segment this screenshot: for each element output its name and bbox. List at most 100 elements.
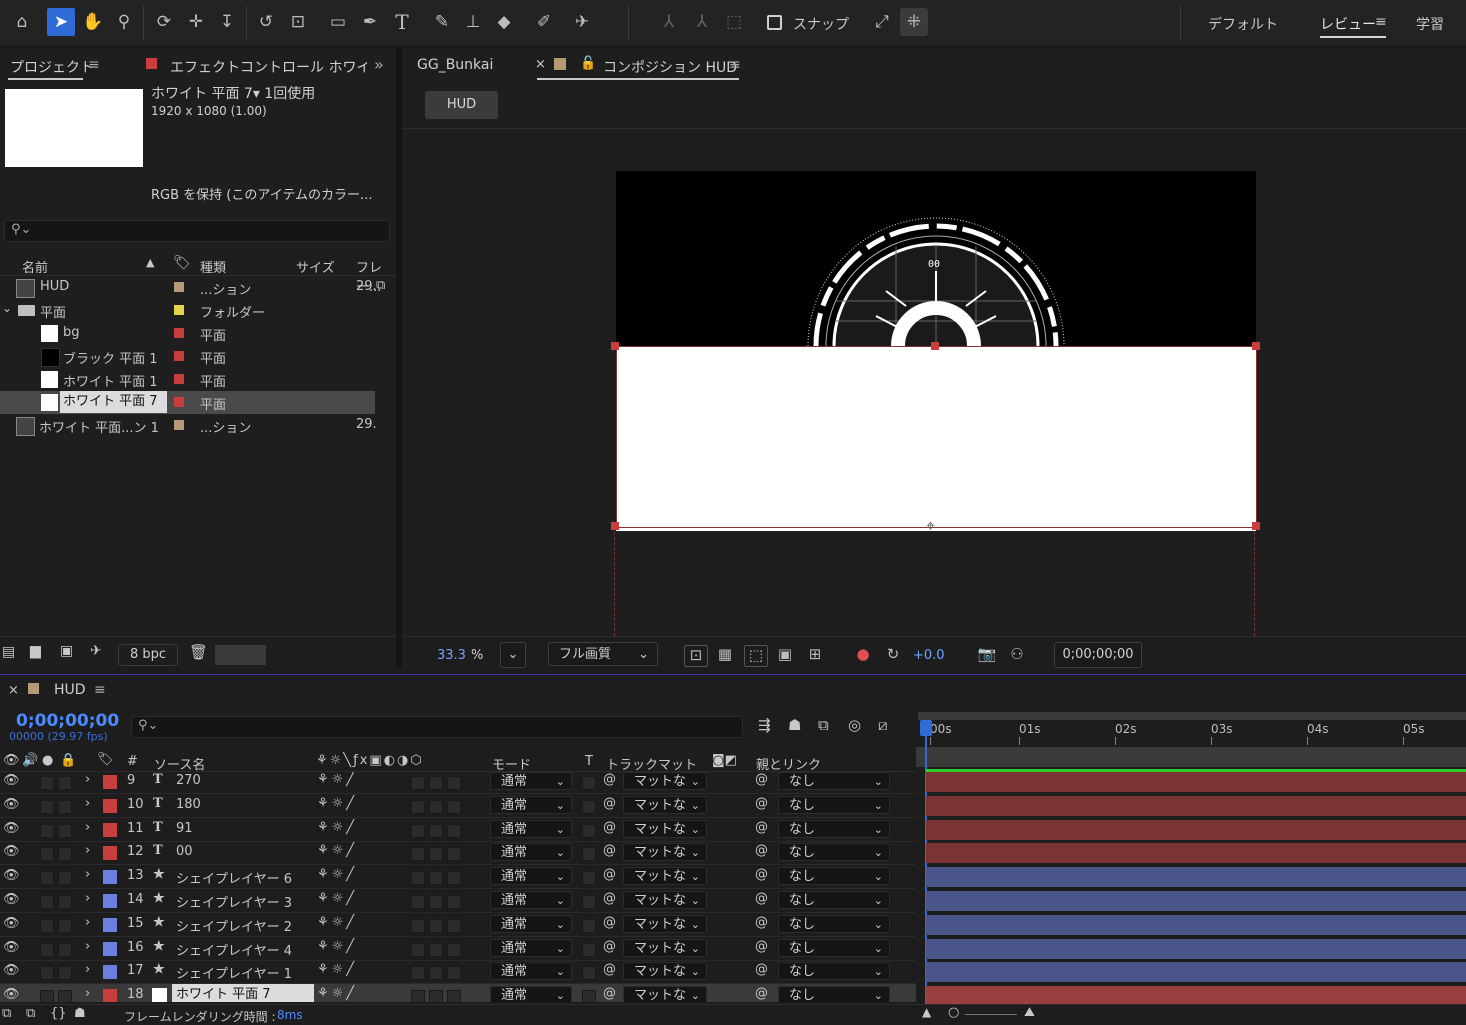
zoom-value[interactable]: 33.3 [437,648,466,663]
lock-switch[interactable] [58,990,72,1002]
layer-duration-bar[interactable] [926,939,1466,959]
blend-mode-dropdown[interactable]: 通常 ⌄ [490,915,572,933]
selection-tool-icon[interactable]: ➤ [47,8,75,36]
label-swatch[interactable] [103,846,117,860]
layer-name[interactable]: シェイプレイヤー 4 [176,940,292,959]
solo-switch[interactable] [40,847,54,861]
layer-name[interactable]: シェイプレイヤー 1 [176,963,292,982]
track-matte-dropdown[interactable]: マットな ⌄ [623,820,707,838]
blend-mode-dropdown[interactable]: 通常 ⌄ [490,772,572,790]
3d-layer-switch[interactable] [447,871,461,885]
frame-blend-switch[interactable] [411,990,425,1002]
lock-switch[interactable] [58,919,72,933]
project-item-white-solid-7[interactable]: ホワイト 平面 7 平面 [0,391,375,414]
adjustment-switch[interactable] [429,966,443,980]
solo-switch[interactable] [40,871,54,885]
parent-link-dropdown[interactable]: なし ⌄ [778,772,890,790]
project-item-white-solid-1[interactable]: ホワイト 平面 1 平面 [0,368,375,391]
toggle-in-out-icon[interactable]: {} [50,1006,67,1021]
column-mode[interactable]: モード [492,754,531,773]
flowchart-icon[interactable]: ⧉ [376,278,385,293]
transform-handle[interactable] [931,342,939,350]
3d-layer-switch[interactable] [447,895,461,909]
layer-switches[interactable]: ⚘☼╱ [317,820,357,835]
label-swatch[interactable] [174,420,184,430]
lock-switch[interactable] [58,776,72,790]
zoom-in-icon[interactable]: ⛰ [1024,1005,1035,1020]
frame-blending-icon[interactable]: ◎ [848,716,861,734]
item-dropdown-icon[interactable]: ▾ [253,86,264,102]
frame-blend-switch[interactable] [411,966,425,980]
frame-blend-switch[interactable] [411,919,425,933]
parent-link-dropdown[interactable]: なし ⌄ [778,843,890,861]
preserve-transparency-switch[interactable] [582,895,596,909]
expand-chevron-icon[interactable]: › [85,939,90,954]
tab-project[interactable]: プロジェクト [10,57,94,77]
dolly-camera-icon[interactable]: ↧ [213,8,241,36]
blend-mode-dropdown[interactable]: 通常 ⌄ [490,820,572,838]
solo-switch[interactable] [40,800,54,814]
parent-link-dropdown[interactable]: なし ⌄ [778,891,890,909]
reset-exposure-icon[interactable]: ↻ [882,645,904,665]
column-name[interactable]: 名前 [22,257,48,276]
track-matte-dropdown[interactable]: マットな ⌄ [623,891,707,909]
layer-duration-bar[interactable] [926,843,1466,863]
rectangle-tool-icon[interactable]: ▭ [324,8,352,36]
layer-row[interactable]: 👁 › 15 ★ シェイプレイヤー 2 ⚘☼╱ 通常 ⌄ @ マットな ⌄ @ なし ⌄ [0,913,916,937]
new-composition-icon[interactable]: ▣ [60,643,73,659]
layer-duration-bar[interactable] [926,867,1466,887]
expand-chevron-icon[interactable]: › [85,867,90,882]
matte-pickwhip-icon[interactable]: @ [603,796,616,811]
video-column-icon[interactable]: 👁 [3,753,20,768]
zoom-slider-knob[interactable]: ○ [948,1005,959,1020]
lock-switch[interactable] [58,895,72,909]
matte-pickwhip-icon[interactable]: @ [603,891,616,906]
column-parent-link[interactable]: 親とリンク [756,754,821,773]
parent-link-dropdown[interactable]: なし ⌄ [778,796,890,814]
hand-tool-icon[interactable]: ✋ [79,8,107,36]
layer-name[interactable]: シェイプレイヤー 6 [176,868,292,887]
layer-switches[interactable]: ⚘☼╱ [317,843,357,858]
column-t[interactable]: T [585,754,593,769]
orbit-camera-icon[interactable]: ⟳ [150,8,178,36]
label-swatch[interactable] [174,374,184,384]
solo-switch[interactable] [40,895,54,909]
frame-blend-switch[interactable] [411,871,425,885]
snap-checkbox[interactable] [767,15,782,30]
label-swatch[interactable] [103,775,117,789]
label-swatch[interactable] [174,282,184,292]
parent-pickwhip-icon[interactable]: @ [755,867,768,882]
visibility-eye-icon[interactable]: 👁 [3,821,20,836]
blend-mode-dropdown[interactable]: 通常 ⌄ [490,843,572,861]
layer-name[interactable]: 180 [176,797,201,812]
label-swatch[interactable] [103,918,117,932]
matte-pickwhip-icon[interactable]: @ [603,772,616,787]
zoom-out-icon[interactable]: ▲ [922,1005,931,1019]
exposure-value[interactable]: +0.0 [913,648,945,663]
thumbnail-transparency-swatch[interactable] [215,645,266,665]
rotate-tool-icon[interactable]: ↺ [252,8,280,36]
track-matte-dropdown[interactable]: マットな ⌄ [623,843,707,861]
frame-blend-switch[interactable] [411,776,425,790]
parent-link-dropdown[interactable]: なし ⌄ [778,939,890,957]
snapshot-camera-icon[interactable]: 📷 [976,645,998,665]
expand-chevron-icon[interactable]: › [85,962,90,977]
column-track-matte[interactable]: トラックマット [606,754,697,773]
workspace-learn[interactable]: 学習 [1416,14,1444,34]
track-matte-dropdown[interactable]: マットな ⌄ [623,986,707,1002]
column-size[interactable]: サイズ [296,257,335,276]
label-swatch[interactable] [103,870,117,884]
snap-magnet-icon[interactable]: ⁜ [900,8,928,36]
blend-mode-dropdown[interactable]: 通常 ⌄ [490,962,572,980]
local-axis-icon[interactable]: ⅄ [655,8,683,36]
lock-switch[interactable] [58,824,72,838]
blend-mode-dropdown[interactable]: 通常 ⌄ [490,796,572,814]
adjustment-switch[interactable] [429,990,443,1002]
project-item-white-solid-comp[interactable]: ホワイト 平面...ン 1 ...ション 29. [0,414,377,437]
adjustment-switch[interactable] [429,895,443,909]
layer-switches[interactable]: ⚘☼╱ [317,939,357,954]
layer-duration-bar[interactable] [926,820,1466,840]
disclosure-open-icon[interactable]: ⌄ [2,301,12,315]
panel-overflow-icon[interactable]: » [374,55,384,74]
visibility-eye-icon[interactable]: 👁 [3,963,20,978]
